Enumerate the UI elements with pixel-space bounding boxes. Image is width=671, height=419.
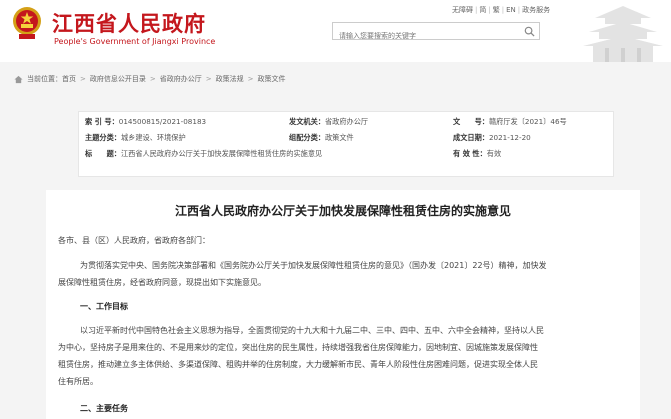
docno-label: 文 号： <box>453 117 489 126</box>
intro-paragraph-line-2: 展保障性租赁住房，经省政府同意，现提出如下实施意见。 <box>58 278 266 287</box>
chevron-right-icon: > <box>149 75 156 83</box>
site-header: 江西省人民政府 People's Government of Jiangxi P… <box>0 0 671 62</box>
issuer-label: 发文机关： <box>289 117 325 126</box>
intro-paragraph-line-1: 为贯彻落实党中央、国务院决策部署和《国务院办公厅关于加快发展保障性租赁住房的意见… <box>80 261 547 270</box>
subject-label: 主题分类： <box>85 133 121 142</box>
document-title: 江西省人民政府办公厅关于加快发展保障性租赁住房的实施意见 <box>174 204 511 218</box>
section-heading-goals: 一、工作目标 <box>80 302 128 311</box>
validity-value: 有效 <box>486 149 502 158</box>
search-box <box>332 22 540 44</box>
search-icon[interactable] <box>524 26 535 37</box>
date-value: 2021-12-20 <box>488 133 531 142</box>
accessibility-link[interactable]: 无障碍 <box>452 6 473 14</box>
validity-label: 有 效 性： <box>453 149 487 158</box>
traditional-link[interactable]: 繁 <box>493 6 500 14</box>
breadcrumb-prefix: 当前位置： <box>27 75 62 83</box>
national-emblem-icon <box>13 7 41 39</box>
category-label: 组配分类： <box>289 133 325 142</box>
category-value: 政策文件 <box>324 133 354 142</box>
breadcrumb-documents[interactable]: 政策文件 <box>258 74 286 84</box>
title-value: 江西省人民政府办公厅关于加快发展保障性租赁住房的实施意见 <box>120 149 323 158</box>
docno-value: 赣府厅发〔2021〕46号 <box>488 117 567 126</box>
simplified-link[interactable]: 简 <box>479 6 486 14</box>
goals-paragraph-line-4: 住有所居。 <box>58 377 98 386</box>
chevron-right-icon: > <box>247 75 254 83</box>
goals-paragraph-line-1: 以习近平新时代中国特色社会主义思想为指导，全面贯彻党的十九大和十九届二中、三中、… <box>80 326 544 335</box>
english-link[interactable]: EN <box>506 6 516 14</box>
date-label: 成文日期： <box>453 133 489 142</box>
document-body: 江西省人民政府办公厅关于加快发展保障性租赁住房的实施意见 各市、县（区）人民政府… <box>46 190 640 419</box>
document-salutation: 各市、县（区）人民政府，省政府各部门： <box>58 236 210 245</box>
goals-paragraph-line-3: 租赁住房，推动建立多主体供给、多渠道保障、租购并举的住房制度，大力缓解新市民、青… <box>58 360 538 369</box>
breadcrumb-catalog[interactable]: 政府信息公开目录 <box>90 74 146 84</box>
subject-value: 城乡建设、环境保护 <box>120 133 186 142</box>
breadcrumb-office[interactable]: 省政府办公厅 <box>160 74 202 84</box>
site-title[interactable]: 江西省人民政府 <box>52 8 206 38</box>
search-input[interactable] <box>333 28 519 44</box>
gov-service-link[interactable]: 政务服务 <box>522 6 550 14</box>
breadcrumb: 当前位置： 首页 > 政府信息公开目录 > 省政府办公厅 > 政策法规 > 政策… <box>14 72 286 86</box>
index-value: 014500815/2021-08183 <box>118 117 207 126</box>
site-subtitle: People's Government of Jiangxi Province <box>54 37 216 46</box>
chevron-right-icon: > <box>80 75 86 83</box>
breadcrumb-policies[interactable]: 政策法规 <box>216 74 244 84</box>
top-links: 无障碍 | 简 | 繁 | EN | 政务服务 <box>452 6 551 14</box>
breadcrumb-home[interactable]: 首页 <box>62 74 76 84</box>
issuer-value: 省政府办公厅 <box>324 117 369 126</box>
title-label: 标 题： <box>85 149 121 158</box>
goals-paragraph-line-2: 为中心，坚持房子是用来住的、不是用来炒的定位，突出住房的民生属性，持续增强我省住… <box>58 343 538 352</box>
chevron-right-icon: > <box>205 75 212 83</box>
pavilion-decoration <box>583 6 663 62</box>
section-heading-tasks: 二、主要任务 <box>80 404 128 413</box>
index-label: 索 引 号： <box>85 117 119 126</box>
home-icon <box>14 75 23 83</box>
document-metadata-table: 索 引 号：014500815/2021-08183 发文机关：省政府办公厅 文… <box>78 111 614 177</box>
